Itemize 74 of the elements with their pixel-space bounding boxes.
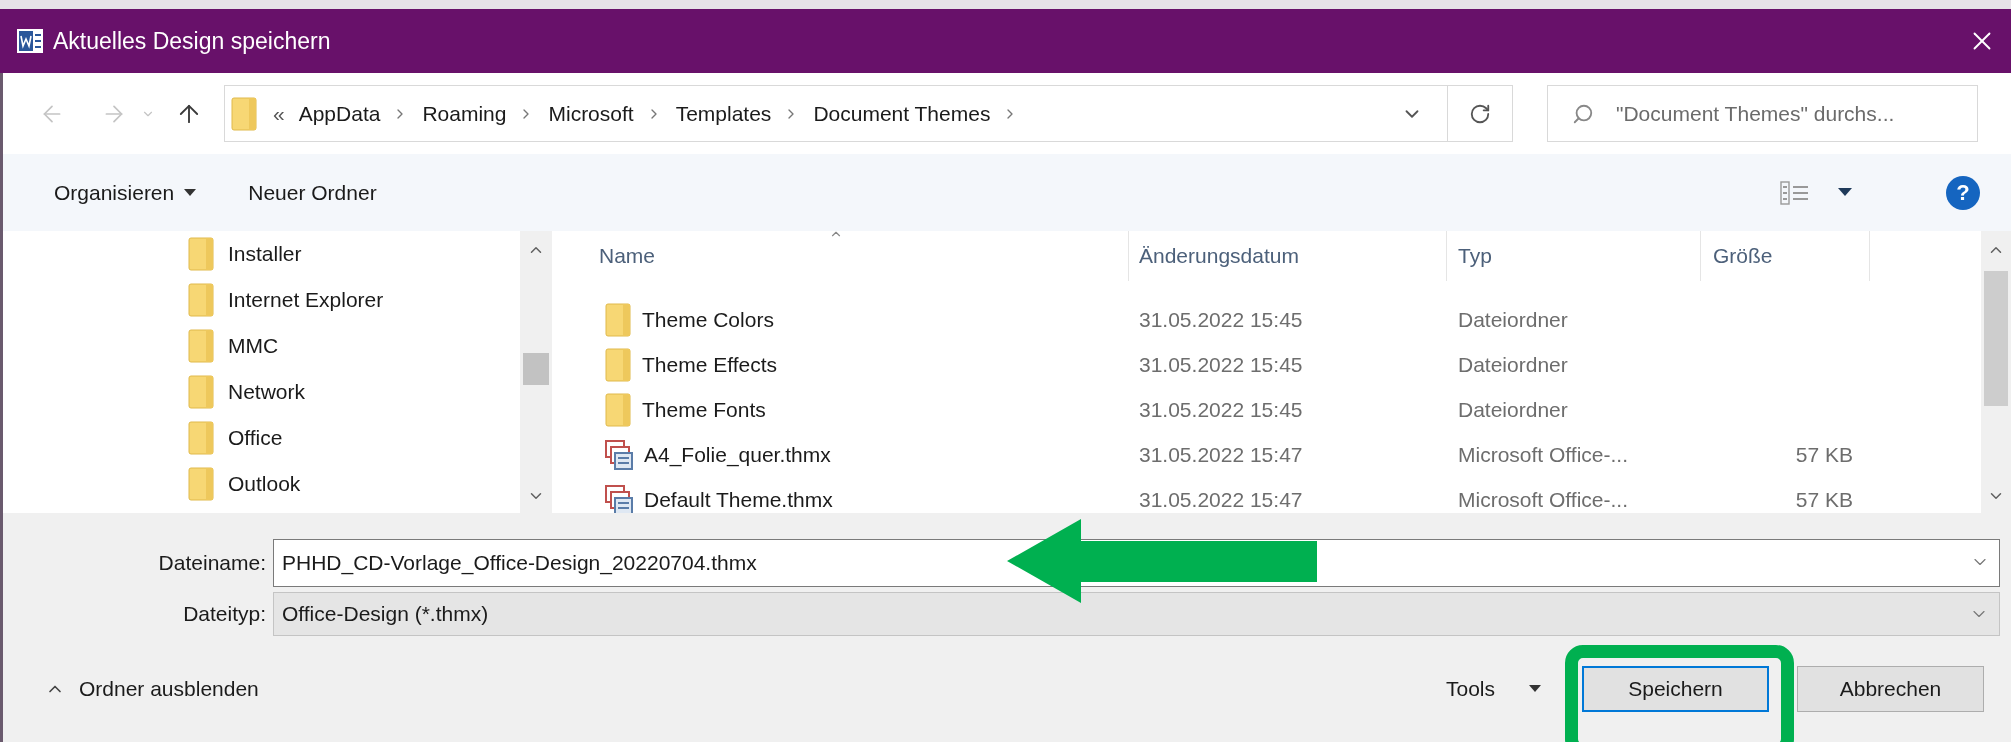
hide-folders-toggle[interactable]: Ordner ausblenden [45, 673, 259, 705]
file-row[interactable]: Theme Colors 31.05.2022 15:45 Dateiordner [564, 297, 1981, 342]
name-cell: Theme Effects [564, 347, 1129, 382]
overflow-marker[interactable]: « [273, 97, 285, 130]
date-cell-text: 31.05.2022 15:45 [1138, 396, 1304, 423]
view-options-icon[interactable] [1780, 180, 1810, 205]
tree-item[interactable]: Network [3, 369, 520, 415]
cancel-button[interactable]: Abbrechen [1797, 666, 1984, 712]
folder-icon [188, 421, 214, 455]
toolbar-button[interactable]: Organisieren [54, 176, 197, 209]
list-scrollbar[interactable] [1981, 231, 2011, 513]
type-cell-text: Dateiordner [1457, 306, 1569, 333]
tree-item[interactable]: Installer [3, 231, 520, 277]
type-cell-text: Microsoft Office-... [1457, 486, 1629, 513]
folder-icon [605, 302, 631, 337]
type-cell-text: Dateiordner [1457, 396, 1569, 423]
size-cell-text: 57 KB [1794, 441, 1854, 468]
column-header[interactable]: Änderungsdatum [1129, 231, 1447, 281]
name-cell: Theme Fonts [564, 392, 1129, 427]
size-cell-text: 57 KB [1794, 486, 1854, 513]
file-row[interactable]: Theme Effects 31.05.2022 15:45 Dateiordner [564, 342, 1981, 387]
breadcrumb[interactable]: Microsoft [548, 97, 634, 130]
help-button[interactable]: ? [1946, 175, 1980, 210]
folder-icon [188, 237, 214, 271]
caret-icon [184, 188, 197, 197]
word-icon [17, 29, 43, 53]
tree-scrollbar[interactable] [520, 231, 552, 513]
folder-icon [231, 96, 257, 131]
scroll-thumb[interactable] [523, 353, 549, 385]
type-cell-text: Dateiordner [1457, 351, 1569, 378]
file-row[interactable]: Theme Fonts 31.05.2022 15:45 Dateiordner [564, 387, 1981, 432]
toolbar-button[interactable]: Neuer Ordner [248, 176, 377, 209]
theme-file-icon [605, 439, 633, 470]
breadcrumb[interactable]: AppData [298, 97, 381, 130]
date-cell-text: 31.05.2022 15:45 [1138, 351, 1304, 378]
tree-item[interactable]: Internet Explorer [3, 277, 520, 323]
name-cell: Default Theme.thmx [564, 483, 1129, 513]
folder-icon [188, 467, 214, 501]
folder-icon [188, 329, 214, 363]
address-bar[interactable]: « AppData Roaming Microsoft Templates Document Themes [224, 85, 1513, 142]
date-cell-text: 31.05.2022 15:47 [1138, 486, 1304, 513]
refresh-icon[interactable] [1469, 102, 1491, 125]
theme-file-icon [605, 484, 633, 513]
caret-icon[interactable] [1838, 188, 1852, 197]
column-header[interactable]: Name [564, 231, 1129, 281]
name-cell: A4_Folie_quer.thmx [564, 438, 1129, 471]
breadcrumb[interactable]: Roaming [422, 97, 507, 130]
tree-item[interactable]: Outlook [3, 461, 520, 507]
breadcrumb[interactable]: Templates [675, 97, 772, 130]
date-cell-text: 31.05.2022 15:45 [1138, 306, 1304, 333]
field-label: Dateiname: [157, 550, 266, 577]
folder-icon [605, 347, 631, 382]
window-title: Aktuelles Design speichern [53, 26, 331, 56]
column-header[interactable]: Größe [1701, 231, 1870, 281]
folder-icon [188, 283, 214, 317]
folder-icon [605, 392, 631, 427]
search-icon [1572, 102, 1594, 125]
filetype-dropdown[interactable]: Office-Design (*.thmx) [273, 592, 2000, 636]
file-row[interactable]: A4_Folie_quer.thmx 31.05.2022 15:47 Microsoft Office-... 57 KB [564, 432, 1981, 477]
tree-item[interactable]: MMC [3, 323, 520, 369]
caret-icon [1529, 685, 1541, 693]
name-cell: Theme Colors [564, 302, 1129, 337]
type-cell-text: Microsoft Office-... [1457, 441, 1629, 468]
tools-button[interactable]: Tools [1445, 673, 1541, 705]
date-cell-text: 31.05.2022 15:47 [1138, 441, 1304, 468]
scroll-thumb[interactable] [1984, 271, 2008, 406]
tree-item[interactable]: Office [3, 415, 520, 461]
file-row[interactable]: Default Theme.thmx 31.05.2022 15:47 Microsoft Office-... 57 KB [564, 477, 1981, 513]
save-button[interactable]: Speichern [1582, 666, 1769, 712]
column-header[interactable]: Typ [1447, 231, 1701, 281]
field-label: Dateityp: [182, 601, 266, 628]
breadcrumb[interactable]: Document Themes [813, 97, 991, 130]
folder-icon [188, 375, 214, 409]
search-field[interactable]: "Document Themes" durchs... [1547, 85, 1978, 142]
